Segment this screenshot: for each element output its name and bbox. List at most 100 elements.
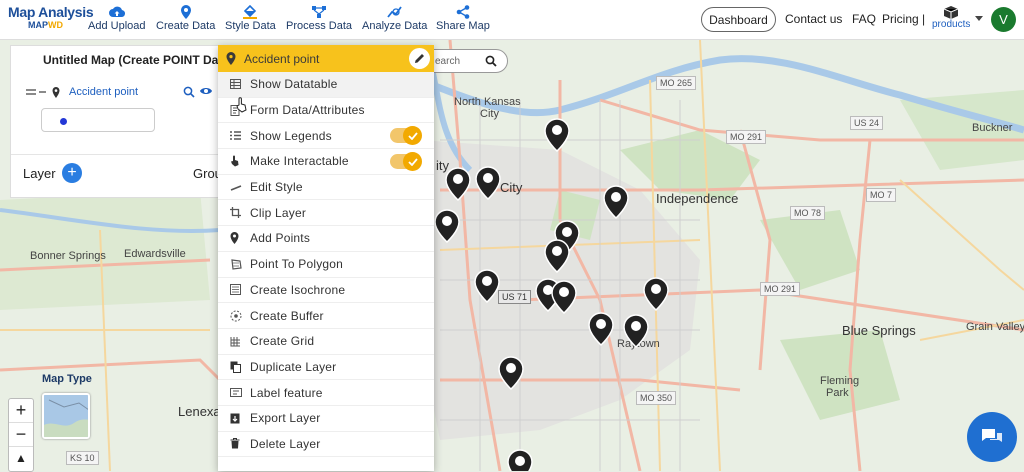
menu-item-create-isochrone[interactable]: Create Isochrone — [218, 278, 434, 304]
share-map-button[interactable]: Share Map — [436, 5, 490, 32]
accident-point-marker[interactable] — [643, 277, 669, 311]
menu-item-label: Create Grid — [250, 334, 315, 349]
menu-item-delete-layer[interactable]: Delete Layer — [218, 432, 434, 458]
accident-point-marker[interactable] — [445, 167, 471, 201]
place-independence: Independence — [656, 191, 739, 206]
avatar[interactable]: V — [991, 7, 1016, 32]
layer-actions — [183, 86, 213, 98]
menu-item-make-interactable[interactable]: Make Interactable — [218, 149, 434, 175]
share-icon — [456, 5, 470, 19]
eye-icon[interactable] — [199, 86, 213, 96]
menu-item-show-legends[interactable]: Show Legends — [218, 123, 434, 150]
crop-icon — [230, 207, 250, 219]
layer-style-swatch[interactable] — [41, 108, 155, 132]
reset-north-button[interactable]: ▲ — [9, 447, 33, 471]
show-legends-toggle[interactable] — [390, 126, 422, 146]
pencil-icon — [415, 54, 424, 63]
menu-item-label: Form Data/Attributes — [250, 103, 365, 118]
layer-context-menu: Accident point Show Datatable Form Data/… — [218, 45, 434, 471]
map-type-label: Map Type — [42, 373, 92, 385]
place-kansas-city-partial-2: City — [500, 180, 523, 195]
accident-point-marker[interactable] — [603, 185, 629, 219]
map-pin-icon — [226, 52, 236, 65]
menu-item-export-layer[interactable]: Export Layer — [218, 406, 434, 432]
buffer-icon — [230, 310, 250, 322]
accident-point-marker[interactable] — [623, 314, 649, 348]
brand-sub: MAPWD — [28, 20, 63, 30]
process-data-button[interactable]: Process Data — [286, 5, 352, 32]
map-type-preview — [44, 395, 88, 437]
table-icon — [230, 79, 250, 90]
edit-layer-name-button[interactable] — [409, 48, 430, 69]
map-type-switcher[interactable] — [42, 393, 90, 439]
route-shield: MO 7 — [866, 188, 897, 202]
drag-handle-icon[interactable] — [25, 88, 47, 96]
products-menu[interactable]: products — [932, 6, 970, 30]
list-icon — [230, 131, 250, 140]
dashboard-button[interactable]: Dashboard — [701, 7, 776, 32]
accident-point-marker[interactable] — [507, 449, 533, 471]
hand-icon — [230, 155, 250, 167]
menu-item-show-datatable[interactable]: Show Datatable — [218, 72, 434, 98]
hand-cursor-icon — [236, 97, 247, 113]
create-data-button[interactable]: Create Data — [156, 5, 215, 32]
brand-logo[interactable]: Map Analysis MAPWD — [8, 4, 94, 30]
place-north-kansas-city: North Kansas — [454, 96, 521, 108]
accident-point-marker[interactable] — [544, 118, 570, 152]
map-title[interactable]: Untitled Map (Create POINT Dat — [43, 53, 222, 67]
style-data-button[interactable]: Style Data — [225, 5, 276, 32]
menu-item-duplicate-layer[interactable]: Duplicate Layer — [218, 355, 434, 381]
chevron-down-icon[interactable] — [975, 16, 983, 21]
layer-section-label: Layer — [23, 166, 56, 181]
place-blue-springs: Blue Springs — [842, 323, 916, 338]
layer-row[interactable]: Accident point — [25, 86, 138, 98]
route-shield: MO 78 — [790, 206, 826, 220]
create-data-label: Create Data — [156, 20, 216, 32]
style-data-label: Style Data — [225, 20, 276, 32]
accident-point-marker[interactable] — [474, 269, 500, 303]
menu-item-create-grid[interactable]: Create Grid — [218, 329, 434, 355]
cube-icon — [944, 6, 959, 19]
add-layer-button[interactable]: + — [62, 163, 82, 183]
faq-link[interactable]: FAQ — [852, 12, 876, 26]
menu-item-create-buffer[interactable]: Create Buffer — [218, 303, 434, 329]
brand-name: Map Analysis — [8, 4, 94, 20]
menu-item-add-points[interactable]: Add Points — [218, 226, 434, 252]
pricing-link[interactable]: Pricing | — [882, 12, 925, 26]
accident-point-marker[interactable] — [434, 209, 460, 243]
route-shield: US 24 — [850, 116, 884, 130]
isochrone-icon — [230, 284, 250, 296]
zoom-out-button[interactable]: − — [9, 423, 33, 447]
grid-icon — [230, 336, 250, 347]
accident-point-marker[interactable] — [551, 280, 577, 314]
menu-item-point-to-polygon[interactable]: Point To Polygon — [218, 252, 434, 278]
menu-item-label: Make Interactable — [250, 154, 349, 169]
make-interactable-toggle[interactable] — [390, 152, 422, 172]
zoom-in-button[interactable]: + — [9, 399, 33, 423]
menu-item-clip-layer[interactable]: Clip Layer — [218, 200, 434, 227]
accident-point-marker[interactable] — [498, 356, 524, 390]
chat-icon — [982, 429, 1002, 442]
accident-point-marker[interactable] — [588, 312, 614, 346]
map-pin-icon — [180, 5, 191, 19]
analyze-data-button[interactable]: Analyze Data — [362, 5, 427, 32]
point-swatch — [60, 118, 67, 125]
add-upload-label: Add Upload — [88, 20, 146, 32]
search-icon[interactable] — [485, 55, 497, 67]
menu-item-label-feature[interactable]: Label feature — [218, 380, 434, 406]
menu-item-label: Show Legends — [250, 128, 332, 143]
route-shield: MO 265 — [656, 76, 697, 90]
divider — [11, 154, 219, 155]
menu-item-edit-style[interactable]: Edit Style — [218, 175, 434, 201]
add-upload-button[interactable]: Add Upload — [88, 5, 146, 32]
accident-point-marker[interactable] — [544, 239, 570, 273]
chat-button[interactable] — [967, 412, 1017, 462]
export-icon — [230, 413, 250, 424]
accident-point-marker[interactable] — [475, 166, 501, 200]
place-fleming-2: Park — [826, 387, 849, 399]
zoom-to-layer-icon[interactable] — [183, 86, 195, 98]
menu-item-form-data[interactable]: Form Data/Attributes — [218, 98, 434, 124]
route-shield: MO 291 — [760, 282, 801, 296]
contact-link[interactable]: Contact us — [785, 12, 842, 26]
menu-item-label: Create Isochrone — [250, 282, 346, 297]
